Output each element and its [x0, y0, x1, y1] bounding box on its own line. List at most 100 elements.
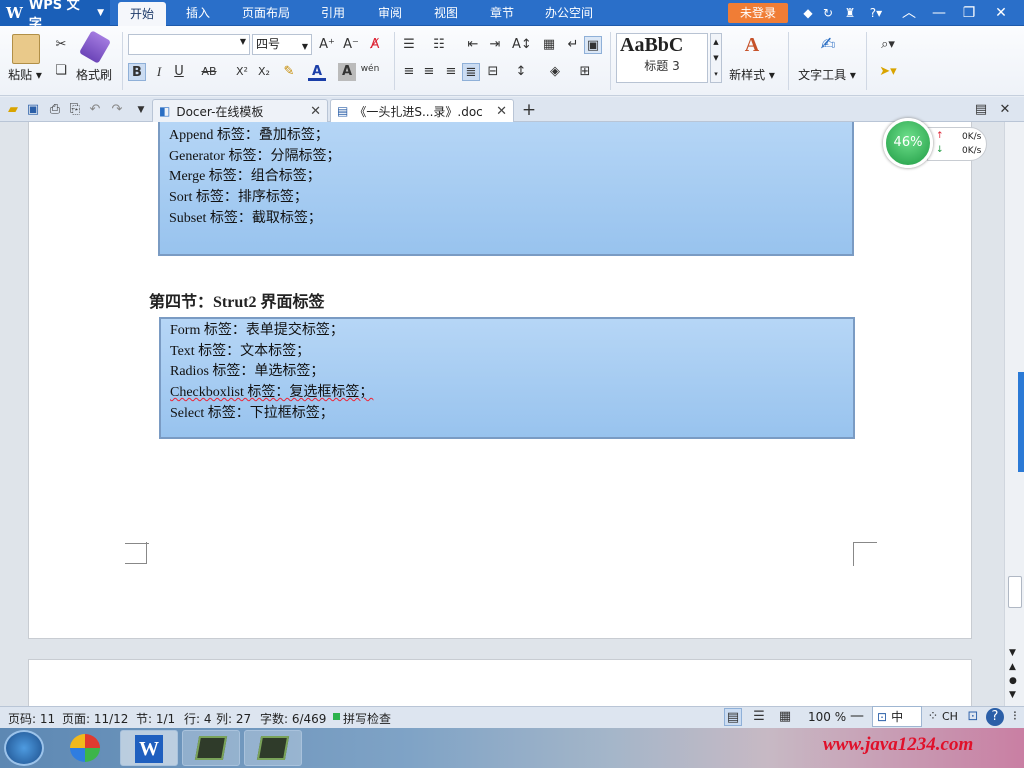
- web-view-icon[interactable]: ▦: [776, 708, 794, 726]
- zoom-level[interactable]: 100 %: [808, 710, 846, 724]
- zoom-out-icon[interactable]: —: [850, 708, 864, 724]
- spell-check-button[interactable]: 拼写检查: [343, 710, 391, 727]
- skin-icon[interactable]: ♜: [842, 5, 858, 21]
- text-tools-button[interactable]: 文字工具 ▾: [794, 66, 860, 83]
- text-tools-icon[interactable]: ✍: [814, 34, 842, 60]
- bullet-list-icon[interactable]: ☰: [400, 36, 418, 54]
- distributed-align-icon[interactable]: ⊟: [484, 63, 502, 81]
- style-gallery-scroll[interactable]: ▲ ▼ ▾: [710, 33, 722, 83]
- grow-font-icon[interactable]: A⁺: [318, 36, 336, 54]
- font-color-button[interactable]: A: [308, 63, 326, 81]
- side-panel-toggle[interactable]: [1018, 372, 1024, 472]
- italic-button[interactable]: I: [150, 63, 168, 81]
- text-box-2[interactable]: Form 标签：表单提交标签； Text 标签：文本标签； Radios 标签：…: [159, 317, 855, 439]
- scroll-down-icon[interactable]: ▼: [1009, 648, 1016, 658]
- taskbar-app-wps[interactable]: W: [120, 730, 178, 766]
- shrink-font-icon[interactable]: A⁻: [342, 36, 360, 54]
- decrease-indent-icon[interactable]: ⇤: [464, 36, 482, 54]
- tab-current-document[interactable]: ▤ 《一头扎进S...录》.doc ✕: [330, 99, 514, 122]
- quick-access-dropdown-icon[interactable]: ▼: [132, 101, 150, 119]
- wps-app-menu-button[interactable]: W WPS 文字 ▼: [0, 0, 110, 32]
- redo-icon[interactable]: ↷: [108, 101, 126, 119]
- taskbar-app-recorder[interactable]: [244, 730, 302, 766]
- previous-page-icon[interactable]: ▲: [1009, 662, 1016, 672]
- refresh-icon[interactable]: ↻: [820, 5, 836, 21]
- new-tab-icon[interactable]: +: [520, 101, 538, 119]
- find-binoculars-icon[interactable]: ⌕▾: [874, 36, 902, 54]
- close-icon[interactable]: ✕: [310, 104, 321, 119]
- tab-list-icon[interactable]: ▤: [972, 101, 990, 119]
- highlight-icon[interactable]: ✎: [280, 63, 298, 81]
- tab-office-space[interactable]: 办公空间: [536, 0, 602, 26]
- superscript-button[interactable]: X²: [232, 63, 252, 81]
- scrollbar-thumb[interactable]: [1008, 576, 1022, 608]
- borders-icon[interactable]: ⊞: [576, 63, 594, 81]
- select-browse-icon[interactable]: ●: [1009, 676, 1017, 686]
- font-name-select[interactable]: ▼: [128, 34, 250, 55]
- subscript-button[interactable]: X₂: [254, 63, 274, 81]
- scissors-icon[interactable]: ✂: [52, 36, 70, 54]
- close-icon[interactable]: ✕: [986, 0, 1016, 26]
- close-all-icon[interactable]: ✕: [996, 101, 1014, 119]
- print-icon[interactable]: ⎙: [46, 101, 64, 119]
- status-page[interactable]: 页面: 11/12: [62, 710, 128, 727]
- increase-indent-icon[interactable]: ⇥: [486, 36, 504, 54]
- new-style-button[interactable]: 新样式 ▾: [726, 66, 778, 83]
- save-icon[interactable]: ▣: [24, 101, 42, 119]
- bold-button[interactable]: B: [128, 63, 146, 81]
- new-style-icon[interactable]: A: [738, 34, 766, 60]
- ime-settings-icon[interactable]: ⁘: [924, 708, 942, 726]
- align-center-icon[interactable]: ≡: [420, 63, 438, 81]
- tab-docer-templates[interactable]: ◧ Docer-在线模板 ✕: [152, 99, 328, 122]
- taskbar-app-media[interactable]: [58, 730, 116, 766]
- help-center-icon[interactable]: ◆: [800, 5, 816, 21]
- tab-references[interactable]: 引用: [310, 0, 356, 26]
- style-gallery[interactable]: AaBbC 标题 3: [616, 33, 708, 83]
- ime-toolbar[interactable]: ⊡ 中: [872, 706, 922, 727]
- align-right-icon[interactable]: ≡: [442, 63, 460, 81]
- phonetic-guide-button[interactable]: wén: [360, 60, 380, 78]
- tab-review[interactable]: 审阅: [366, 0, 414, 26]
- char-shading-button[interactable]: A: [338, 63, 356, 81]
- tab-view[interactable]: 视图: [422, 0, 470, 26]
- show-hide-icon[interactable]: ▣: [584, 36, 602, 54]
- paragraph-mark-icon[interactable]: ↵: [564, 36, 582, 54]
- select-pointer-icon[interactable]: ➤▾: [874, 63, 902, 81]
- page-view-icon[interactable]: ▤: [724, 708, 742, 726]
- justify-icon[interactable]: ≣: [462, 63, 480, 81]
- underline-button[interactable]: U: [170, 63, 188, 81]
- text-direction-icon[interactable]: A↕: [512, 36, 532, 54]
- format-painter-button[interactable]: 格式刷: [74, 66, 114, 83]
- paste-icon[interactable]: [12, 34, 40, 64]
- paste-button[interactable]: 粘贴 ▾: [6, 66, 44, 83]
- restore-icon[interactable]: ❐: [954, 0, 984, 26]
- align-left-icon[interactable]: ≡: [400, 63, 418, 81]
- start-button[interactable]: [4, 730, 44, 766]
- ime-keyboard-icon[interactable]: ⊡: [964, 708, 982, 726]
- help-icon[interactable]: ?▾: [864, 5, 888, 21]
- tab-page-layout[interactable]: 页面布局: [234, 0, 298, 26]
- memory-gauge[interactable]: 46%: [883, 118, 933, 168]
- taskbar-app-terminal[interactable]: [182, 730, 240, 766]
- undo-icon[interactable]: ↶: [86, 101, 104, 119]
- collapse-ribbon-icon[interactable]: ︿: [894, 0, 924, 26]
- print-preview-icon[interactable]: ⎘: [66, 101, 84, 119]
- clear-format-icon[interactable]: A̸: [366, 36, 384, 54]
- table-icon[interactable]: ▦: [540, 36, 558, 54]
- close-icon[interactable]: ✕: [496, 104, 507, 119]
- tab-insert[interactable]: 插入: [176, 0, 220, 26]
- status-word-count[interactable]: 字数: 6/469: [260, 710, 326, 727]
- login-button[interactable]: 未登录: [728, 3, 788, 23]
- ime-help-icon[interactable]: ?: [986, 708, 1004, 726]
- numbered-list-icon[interactable]: ☷: [430, 36, 448, 54]
- ime-ch[interactable]: CH: [942, 710, 958, 723]
- minimize-icon[interactable]: —: [924, 0, 954, 26]
- paragraph-shading-icon[interactable]: ◈: [546, 63, 564, 81]
- text-box-1[interactable]: Append 标签：叠加标签； Generator 标签：分隔标签； Merge…: [158, 122, 854, 256]
- tab-chapter[interactable]: 章节: [478, 0, 526, 26]
- line-spacing-icon[interactable]: ↕: [512, 63, 530, 81]
- document-page-next[interactable]: [28, 659, 972, 706]
- document-canvas[interactable]: Append 标签：叠加标签； Generator 标签：分隔标签； Merge…: [0, 122, 1017, 706]
- strikethrough-button[interactable]: AB: [196, 63, 222, 81]
- next-page-icon[interactable]: ▼: [1009, 690, 1016, 700]
